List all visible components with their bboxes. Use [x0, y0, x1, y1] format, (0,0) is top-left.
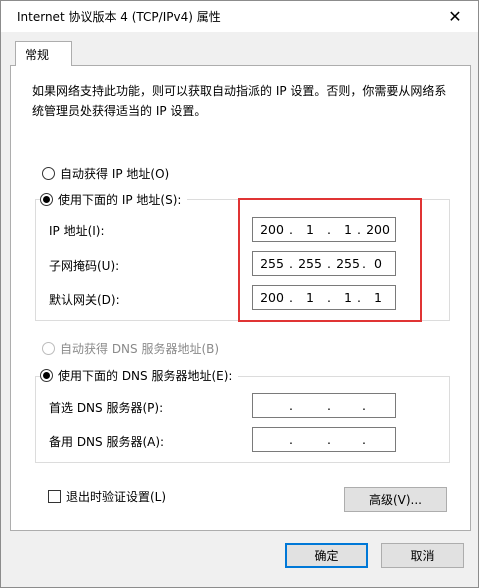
preferred-dns-input[interactable]: . . . — [252, 393, 396, 418]
radio-manual-ip[interactable]: 使用下面的 IP 地址(S): — [40, 191, 188, 208]
validate-checkbox-box[interactable] — [48, 490, 61, 503]
pdns-dot-3: . — [362, 398, 366, 413]
general-panel: 如果网络支持此功能，则可以获取自动指派的 IP 设置。否则，你需要从网络系统管理… — [10, 65, 471, 531]
tab-general[interactable]: 常规 — [15, 41, 72, 66]
gw-dot-1: . — [289, 290, 293, 305]
adns-dot-1: . — [289, 432, 293, 447]
mask-octet-2: 255 — [298, 256, 322, 271]
validate-checkbox-label: 退出时验证设置(L) — [66, 490, 167, 504]
title-bar[interactable]: Internet 协议版本 4 (TCP/IPv4) 属性 ✕ — [1, 1, 478, 32]
mask-dot-2: . — [327, 256, 331, 271]
default-gateway-label: 默认网关(D): — [49, 293, 120, 307]
alternate-dns-label: 备用 DNS 服务器(A): — [49, 435, 165, 449]
ip-octet-1: 200 — [260, 222, 284, 237]
close-icon[interactable]: ✕ — [432, 1, 478, 32]
radio-auto-dns[interactable]: 自动获得 DNS 服务器地址(B) — [42, 340, 219, 356]
subnet-mask-input[interactable]: 255 . 255 . 255 . 0 — [252, 251, 396, 276]
adns-dot-3: . — [362, 432, 366, 447]
ip-dot-1: . — [289, 222, 293, 237]
radio-manual-dns-circle[interactable] — [40, 369, 53, 382]
ip-dot-2: . — [327, 222, 331, 237]
mask-octet-4: 0 — [374, 256, 382, 271]
default-gateway-input[interactable]: 200 . 1 . 1 . 1 — [252, 285, 396, 310]
ip-address-input[interactable]: 200 . 1 . 1 . 200 — [252, 217, 396, 242]
radio-auto-ip-circle[interactable] — [42, 166, 55, 180]
mask-octet-3: 255 — [336, 256, 360, 271]
intro-text: 如果网络支持此功能，则可以获取自动指派的 IP 设置。否则，你需要从网络系统管理… — [32, 84, 447, 118]
gw-octet-2: 1 — [306, 290, 314, 305]
pdns-dot-2: . — [327, 398, 331, 413]
subnet-mask-label: 子网掩码(U): — [49, 259, 120, 273]
radio-auto-dns-label: 自动获得 DNS 服务器地址(B) — [60, 341, 220, 356]
gw-dot-3: . — [357, 290, 361, 305]
radio-auto-ip-label: 自动获得 IP 地址(O) — [60, 166, 170, 181]
alternate-dns-input[interactable]: . . . — [252, 427, 396, 452]
ip-octet-4: 200 — [366, 222, 390, 237]
ip-octet-2: 1 — [306, 222, 314, 237]
gw-octet-4: 1 — [374, 290, 382, 305]
ip-dot-3: . — [357, 222, 361, 237]
adns-dot-2: . — [327, 432, 331, 447]
radio-manual-ip-circle[interactable] — [40, 193, 53, 206]
cancel-button[interactable]: 取消 — [381, 543, 464, 568]
gw-octet-1: 200 — [260, 290, 284, 305]
radio-manual-dns[interactable]: 使用下面的 DNS 服务器地址(E): — [40, 367, 239, 384]
radio-manual-ip-label: 使用下面的 IP 地址(S): — [58, 193, 182, 207]
gw-dot-2: . — [327, 290, 331, 305]
advanced-button[interactable]: 高级(V)... — [344, 487, 447, 512]
preferred-dns-label: 首选 DNS 服务器(P): — [49, 401, 164, 415]
dialog-window: Internet 协议版本 4 (TCP/IPv4) 属性 ✕ 常规 如果网络支… — [0, 0, 479, 588]
window-title: Internet 协议版本 4 (TCP/IPv4) 属性 — [17, 10, 221, 24]
validate-on-exit-checkbox[interactable]: 退出时验证设置(L) — [48, 488, 166, 505]
mask-octet-1: 255 — [260, 256, 284, 271]
ok-button[interactable]: 确定 — [285, 543, 368, 568]
radio-auto-ip[interactable]: 自动获得 IP 地址(O) — [42, 165, 169, 181]
radio-manual-dns-label: 使用下面的 DNS 服务器地址(E): — [58, 369, 233, 383]
radio-auto-dns-circle[interactable] — [42, 341, 55, 355]
pdns-dot-1: . — [289, 398, 293, 413]
mask-dot-1: . — [289, 256, 293, 271]
ip-address-label: IP 地址(I): — [49, 224, 105, 238]
